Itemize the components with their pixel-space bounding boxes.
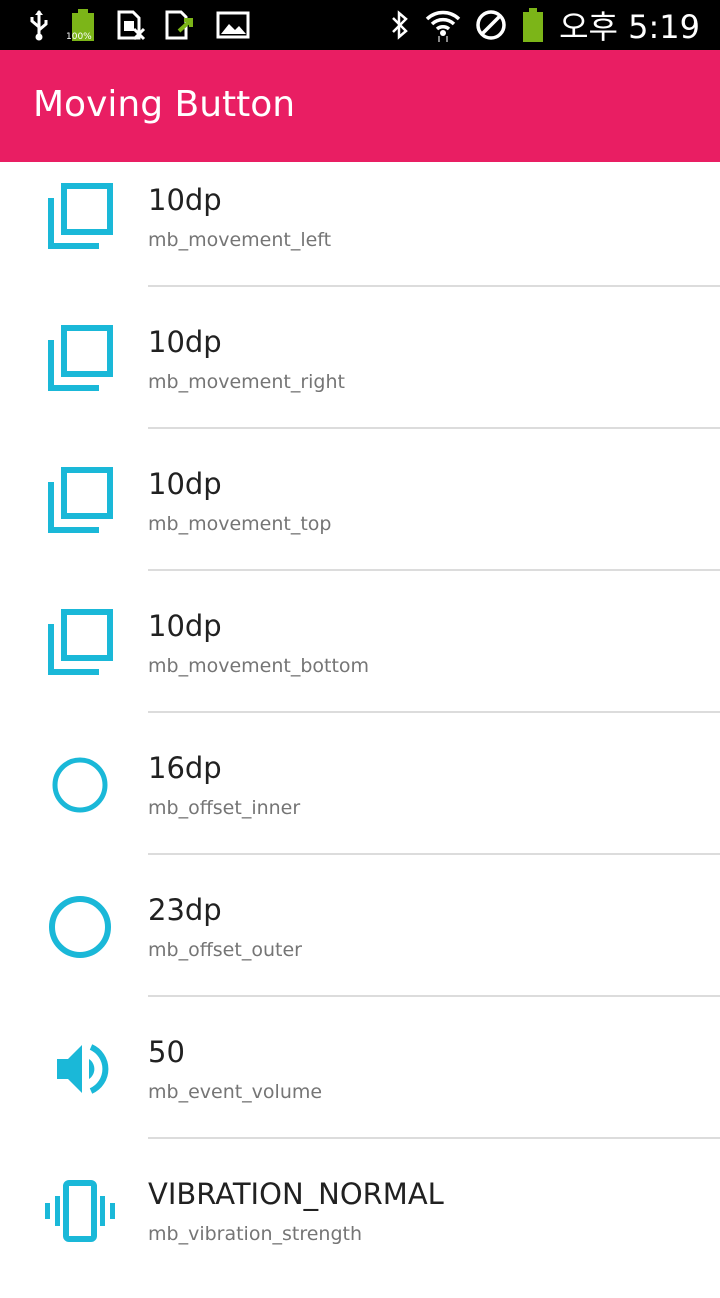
- list-item[interactable]: 23dp mb_offset_outer: [0, 872, 720, 1014]
- status-bar-right: 오후 5:19: [389, 0, 700, 50]
- upload-icon: [164, 9, 198, 41]
- copy-icon: [40, 603, 120, 683]
- list-item[interactable]: 50 mb_event_volume: [0, 1014, 720, 1156]
- item-value: VIBRATION_NORMAL: [148, 1177, 444, 1211]
- settings-list: 10dp mb_movement_left 10dp mb_movement_r…: [0, 162, 720, 1298]
- copy-icon: [40, 461, 120, 541]
- status-bar-left: 100%: [28, 0, 250, 50]
- item-key: mb_movement_top: [148, 513, 332, 535]
- copy-icon: [40, 319, 120, 399]
- item-key: mb_event_volume: [148, 1081, 323, 1103]
- sim-off-icon: [116, 9, 146, 41]
- list-item[interactable]: 16dp mb_offset_inner: [0, 730, 720, 872]
- divider: [148, 569, 720, 571]
- status-bar: 100% 오후 5:19: [0, 0, 720, 50]
- wifi-icon: [425, 8, 461, 42]
- list-item[interactable]: VIBRATION_NORMAL mb_vibration_strength: [0, 1156, 720, 1298]
- divider: [148, 853, 720, 855]
- status-time: 오후 5:19: [559, 8, 700, 46]
- item-key: mb_movement_right: [148, 371, 345, 393]
- app-title: Moving Button: [33, 84, 296, 125]
- image-icon: [216, 11, 250, 39]
- item-value: 50: [148, 1035, 185, 1069]
- item-value: 23dp: [148, 893, 222, 927]
- item-key: mb_movement_bottom: [148, 655, 370, 677]
- divider: [148, 285, 720, 287]
- divider: [148, 711, 720, 713]
- item-key: mb_movement_left: [148, 229, 332, 251]
- list-item[interactable]: 10dp mb_movement_right: [0, 304, 720, 446]
- list-item[interactable]: 10dp mb_movement_left: [0, 162, 720, 304]
- item-value: 10dp: [148, 467, 222, 501]
- vibration-icon: [40, 1171, 120, 1251]
- battery-icon: [521, 7, 545, 43]
- item-value: 10dp: [148, 609, 222, 643]
- copy-icon: [40, 177, 120, 257]
- divider: [148, 427, 720, 429]
- battery-full-icon: 100%: [66, 8, 98, 42]
- circle-large-icon: [40, 887, 120, 967]
- app-bar: Moving Button: [0, 50, 720, 162]
- circle-small-icon: [40, 745, 120, 825]
- item-key: mb_offset_outer: [148, 939, 302, 961]
- item-value: 16dp: [148, 751, 222, 785]
- item-value: 10dp: [148, 325, 222, 359]
- item-key: mb_vibration_strength: [148, 1223, 363, 1245]
- usb-icon: [28, 9, 50, 41]
- volume-icon: [40, 1029, 120, 1109]
- divider: [148, 995, 720, 997]
- battery-percent-label: 100%: [66, 32, 92, 42]
- bluetooth-icon: [389, 9, 411, 41]
- divider: [148, 1137, 720, 1139]
- item-value: 10dp: [148, 183, 222, 217]
- no-sim-icon: [475, 9, 507, 41]
- list-item[interactable]: 10dp mb_movement_top: [0, 446, 720, 588]
- list-item[interactable]: 10dp mb_movement_bottom: [0, 588, 720, 730]
- item-key: mb_offset_inner: [148, 797, 301, 819]
